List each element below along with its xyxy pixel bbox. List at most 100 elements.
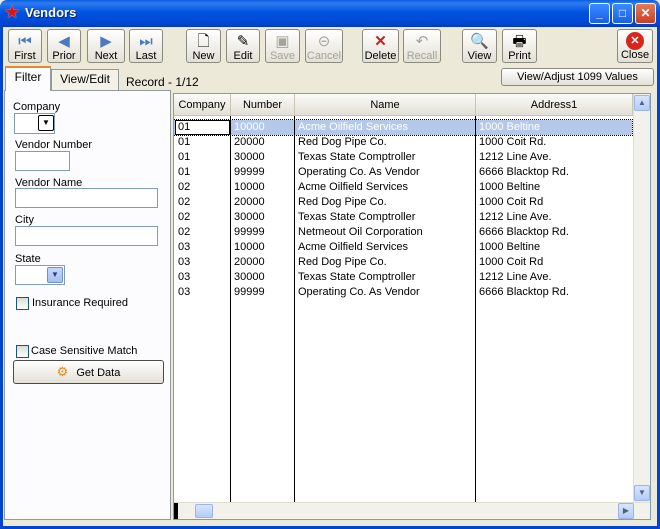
number-cell: 99999 — [234, 166, 265, 178]
name-cell: Operating Co. As Vendor — [298, 286, 420, 298]
delete-button[interactable]: ✕ Delete — [362, 29, 399, 63]
address1-cell: 1000 Coit Rd. — [479, 136, 547, 148]
first-button[interactable]: ⏮ First — [8, 29, 42, 63]
horizontal-scrollbar[interactable]: ▶ — [174, 502, 650, 519]
address1-cell: 1000 Coit Rd — [479, 256, 544, 268]
table-row[interactable]: 01 10000 Acme Oilfield Services 1000 Beltin… — [174, 119, 633, 136]
address1-cell: 1000 Beltine — [479, 121, 541, 133]
table-row[interactable]: 01 30000 Texas State Comptroller 1212 Line … — [174, 150, 632, 165]
city-field[interactable] — [15, 226, 158, 246]
last-button[interactable]: ⏭ Last — [129, 29, 163, 63]
prior-button[interactable]: ◀ Prior — [47, 29, 81, 63]
name-cell: Acme Oilfield Services — [298, 121, 409, 133]
vendor-name-field[interactable] — [15, 188, 158, 208]
scroll-down-icon[interactable]: ▼ — [634, 485, 650, 501]
new-icon: 🗋 — [197, 33, 210, 50]
name-cell: Texas State Comptroller — [298, 151, 416, 163]
case-sensitive-checkbox[interactable] — [16, 345, 29, 358]
company-cell: 01 — [178, 151, 191, 163]
cancel-icon: ⊝ — [317, 33, 331, 50]
company-cell: 02 — [178, 196, 191, 208]
name-cell: Red Dog Pipe Co. — [298, 136, 387, 148]
table-row[interactable]: 02 10000 Acme Oilfield Services 1000 Beltin… — [174, 180, 632, 195]
column-header-name[interactable]: Name — [295, 94, 476, 116]
column-divider — [230, 116, 231, 502]
close-icon: ✕ — [626, 32, 644, 50]
table-row[interactable]: 02 30000 Texas State Comptroller 1212 Line … — [174, 210, 632, 225]
city-label: City — [15, 214, 34, 226]
address1-cell: 1000 Coit Rd — [479, 196, 544, 208]
company-cell: 01 — [178, 136, 191, 148]
company-select[interactable]: ▼ — [14, 113, 55, 134]
number-cell: 99999 — [234, 226, 265, 238]
next-button[interactable]: ▶ Next — [87, 29, 125, 63]
close-button[interactable]: ✕ Close — [617, 29, 653, 63]
address1-cell: 1212 Line Ave. — [479, 151, 552, 163]
table-row[interactable]: 03 99999 Operating Co. As Vendor 6666 Black… — [174, 285, 632, 300]
scroll-up-icon[interactable]: ▲ — [634, 95, 650, 111]
number-cell: 30000 — [234, 271, 265, 283]
vendor-number-field[interactable] — [15, 151, 70, 171]
number-cell: 20000 — [234, 196, 265, 208]
edit-icon: ✎ — [236, 33, 250, 50]
chevron-down-icon[interactable]: ▼ — [47, 267, 63, 283]
number-cell: 99999 — [234, 286, 265, 298]
table-row[interactable]: 01 20000 Red Dog Pipe Co. 1000 Coit Rd. — [174, 135, 632, 150]
maximize-button[interactable]: □ — [612, 3, 633, 24]
name-cell: Netmeout Oil Corporation — [298, 226, 423, 238]
print-button[interactable]: 🖶 Print — [502, 29, 537, 63]
table-row[interactable]: 03 30000 Texas State Comptroller 1212 Line … — [174, 270, 632, 285]
table-row[interactable]: 02 99999 Netmeout Oil Corporation 6666 Blac… — [174, 225, 632, 240]
view-icon: 🔍 — [470, 33, 489, 50]
state-select[interactable]: ▼ — [15, 265, 65, 285]
vendor-grid[interactable]: Company Number Name Address1 01 10000 Acme… — [173, 93, 651, 520]
table-row[interactable]: 01 99999 Operating Co. As Vendor 6666 Black… — [174, 165, 632, 180]
state-label: State — [15, 253, 41, 265]
address1-cell: 1212 Line Ave. — [479, 271, 552, 283]
name-cell: Texas State Comptroller — [298, 211, 416, 223]
app-star-icon: ★ — [4, 2, 21, 22]
address1-cell: 6666 Blacktop Rd. — [479, 286, 569, 298]
view-button[interactable]: 🔍 View — [462, 29, 497, 63]
company-cell: 03 — [178, 271, 191, 283]
new-button[interactable]: 🗋 New — [186, 29, 221, 63]
get-data-button[interactable]: ⚙ Get Data — [13, 360, 164, 384]
column-header-number[interactable]: Number — [231, 94, 295, 116]
last-icon: ⏭ — [139, 33, 153, 50]
save-icon: ▣ — [275, 33, 290, 50]
recall-button[interactable]: ↶ Recall — [403, 29, 441, 63]
insurance-required-label: Insurance Required — [32, 297, 129, 309]
company-cell: 01 — [178, 166, 191, 178]
prior-icon: ◀ — [58, 33, 70, 50]
minimize-button[interactable]: _ — [589, 3, 610, 24]
view-adjust-1099-button[interactable]: View/Adjust 1099 Values — [501, 68, 654, 86]
tab-filter[interactable]: Filter — [5, 66, 51, 91]
gear-icon: ⚙ — [56, 364, 69, 379]
name-cell: Acme Oilfield Services — [298, 181, 409, 193]
cancel-button[interactable]: ⊝ Cancel — [305, 29, 343, 63]
vendor-number-label: Vendor Number — [15, 139, 93, 151]
window-close-button[interactable]: ✕ — [635, 3, 656, 24]
scroll-right-icon[interactable]: ▶ — [618, 503, 634, 519]
address1-cell: 1212 Line Ave. — [479, 211, 552, 223]
first-icon: ⏮ — [18, 33, 32, 50]
tab-view-edit[interactable]: View/Edit — [51, 69, 119, 90]
column-divider — [475, 116, 476, 502]
chevron-down-icon[interactable]: ▼ — [38, 115, 54, 131]
horizontal-scroll-thumb[interactable] — [195, 504, 213, 518]
number-cell: 10000 — [234, 181, 265, 193]
scroll-left-marker — [174, 503, 178, 519]
column-divider — [294, 116, 295, 502]
table-row[interactable]: 03 20000 Red Dog Pipe Co. 1000 Coit Rd — [174, 255, 632, 270]
save-button[interactable]: ▣ Save — [265, 29, 300, 63]
column-header-company[interactable]: Company — [174, 94, 231, 116]
column-header-address1[interactable]: Address1 — [476, 94, 633, 116]
insurance-required-checkbox[interactable] — [16, 297, 29, 310]
table-row[interactable]: 03 10000 Acme Oilfield Services 1000 Beltin… — [174, 240, 632, 255]
edit-button[interactable]: ✎ Edit — [226, 29, 260, 63]
print-icon: 🖶 — [512, 33, 527, 50]
table-row[interactable]: 02 20000 Red Dog Pipe Co. 1000 Coit Rd — [174, 195, 632, 210]
get-data-label: Get Data — [76, 367, 121, 379]
name-cell: Operating Co. As Vendor — [298, 166, 420, 178]
vertical-scrollbar[interactable]: ▲ ▼ — [633, 94, 650, 502]
